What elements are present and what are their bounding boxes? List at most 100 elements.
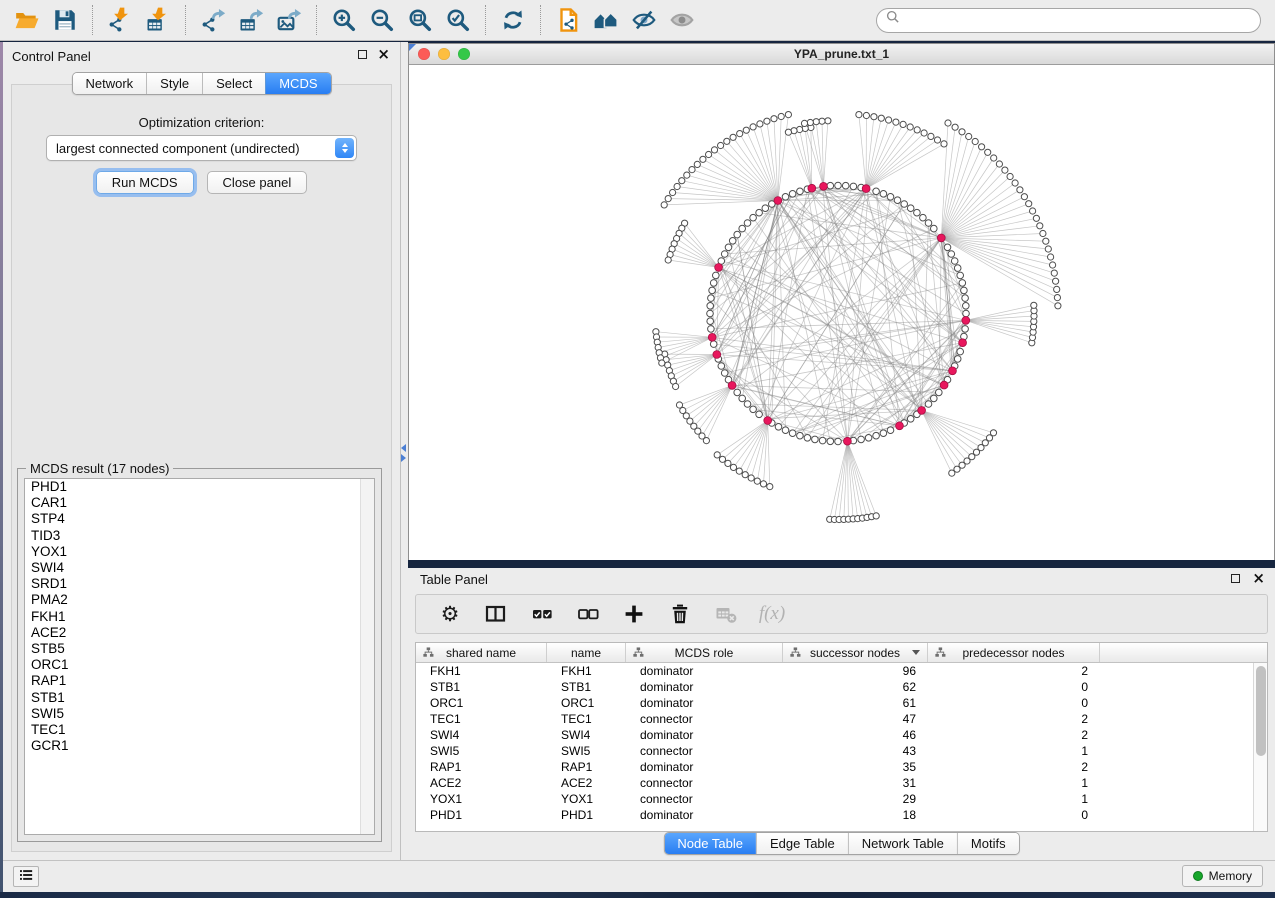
delete-table-icon [714,602,738,626]
control-panel-close-button[interactable]: × [377,48,390,60]
table-panel-float-button[interactable] [1231,574,1240,583]
export-table-button[interactable] [233,3,269,37]
mcds-result-item[interactable]: SRD1 [25,576,374,592]
tab-style[interactable]: Style [146,73,202,94]
run-mcds-button[interactable]: Run MCDS [96,171,194,194]
table-tab-network-table[interactable]: Network Table [848,833,957,854]
table-row[interactable]: FKH1FKH1dominator962 [416,663,1253,679]
mcds-result-item[interactable]: ACE2 [25,625,374,641]
open-session-button[interactable] [9,3,45,37]
zoom-out-button[interactable] [364,3,400,37]
mcds-result-item[interactable]: STB5 [25,641,374,657]
vertical-splitter[interactable] [401,42,408,860]
zoom-selected-icon [445,7,471,33]
table-row[interactable]: ORC1ORC1dominator610 [416,695,1253,711]
table-row[interactable]: YOX1YOX1connector291 [416,791,1253,807]
table-row[interactable]: STB1STB1dominator620 [416,679,1253,695]
apply-layout-button[interactable] [495,3,531,37]
table-row[interactable]: PHD1PHD1dominator180 [416,807,1253,823]
close-panel-button[interactable]: Close panel [207,171,308,194]
tab-select[interactable]: Select [202,73,265,94]
save-session-button[interactable] [47,3,83,37]
import-table-button[interactable] [140,3,176,37]
table-scrollbar-thumb[interactable] [1256,666,1266,756]
table-panel-close-button[interactable]: × [1252,572,1265,584]
cell-predecessor-nodes: 1 [928,776,1100,790]
select-all-columns-button[interactable] [524,598,560,630]
zoom-fit-button[interactable] [402,3,438,37]
first-neighbors-button[interactable] [588,3,624,37]
tab-network[interactable]: Network [72,73,146,94]
table-row[interactable]: ACE2ACE2connector311 [416,775,1253,791]
network-window-titlebar[interactable]: YPA_prune.txt_1 [409,44,1274,65]
mcds-result-item[interactable]: GCR1 [25,738,374,754]
splitter-arrow-right-icon[interactable] [401,454,406,462]
mcds-result-list[interactable]: PHD1CAR1STP4TID3YOX1SWI4SRD1PMA2FKH1ACE2… [24,478,375,835]
task-history-button[interactable] [13,866,39,887]
mcds-result-item[interactable]: RAP1 [25,673,374,689]
table-row[interactable]: SWI5SWI5connector431 [416,743,1253,759]
network-canvas[interactable] [409,65,1274,560]
hide-selected-button[interactable] [626,3,662,37]
cell-name: PHD1 [547,808,626,822]
delete-column-button[interactable] [662,598,698,630]
zoom-in-button[interactable] [326,3,362,37]
import-network-button[interactable] [102,3,138,37]
export-network-button[interactable] [195,3,231,37]
column-header-shared-name[interactable]: shared name [416,643,547,662]
deselect-all-columns-button[interactable] [570,598,606,630]
table-tab-motifs[interactable]: Motifs [957,833,1019,854]
mcds-result-item[interactable]: PHD1 [25,479,374,495]
search-input[interactable] [907,12,1252,28]
cell-successor-nodes: 43 [783,744,928,758]
new-network-from-selection-button[interactable] [550,3,586,37]
open-session-icon [14,7,40,33]
network-view-window: YPA_prune.txt_1 [408,43,1275,560]
mcds-result-item[interactable]: STP4 [25,511,374,527]
column-header-MCDS-role[interactable]: MCDS role [626,643,783,662]
column-header-successor-nodes[interactable]: successor nodes [783,643,928,662]
tab-mcds[interactable]: MCDS [265,73,330,94]
add-column-button[interactable] [616,598,652,630]
optimization-criterion-select[interactable]: largest connected component (undirected) [46,135,357,161]
column-header-label: shared name [446,646,516,660]
cell-MCDS-role: dominator [626,808,783,822]
splitter-collapse-arrows[interactable] [401,444,406,462]
toggle-panel-button[interactable] [478,598,514,630]
mcds-result-item[interactable]: TID3 [25,528,374,544]
table-row[interactable]: RAP1RAP1dominator352 [416,759,1253,775]
mcds-list-scrollbar[interactable] [360,479,374,834]
zoom-out-icon [369,7,395,33]
control-panel-float-button[interactable] [358,50,367,59]
cell-name: TEC1 [547,712,626,726]
mcds-result-item[interactable]: PMA2 [25,592,374,608]
mcds-result-item[interactable]: FKH1 [25,609,374,625]
mcds-result-item[interactable]: ORC1 [25,657,374,673]
search-box[interactable] [876,8,1261,33]
table-tab-group: Node TableEdge TableNetwork TableMotifs [663,832,1019,855]
table-panel-tabs: Node TableEdge TableNetwork TableMotifs [663,832,1019,855]
mcds-result-item[interactable]: STB1 [25,690,374,706]
table-row[interactable]: SWI4SWI4dominator462 [416,727,1253,743]
mcds-result-item[interactable]: TEC1 [25,722,374,738]
table-tab-edge-table[interactable]: Edge Table [756,833,848,854]
mcds-result-item[interactable]: SWI4 [25,560,374,576]
memory-button[interactable]: Memory [1182,865,1263,887]
table-row[interactable]: TEC1TEC1connector472 [416,711,1253,727]
splitter-arrow-left-icon[interactable] [401,444,406,452]
mcds-result-item[interactable]: CAR1 [25,495,374,511]
cell-name: SWI4 [547,728,626,742]
column-settings-button[interactable]: ⚙ [432,598,468,630]
table-tab-node-table[interactable]: Node Table [664,833,756,854]
deselect-all-columns-icon [576,602,600,626]
column-header-label: predecessor nodes [962,646,1064,660]
zoom-selected-button[interactable] [440,3,476,37]
column-header-predecessor-nodes[interactable]: predecessor nodes [928,643,1100,662]
cell-shared-name: SWI4 [416,728,547,742]
table-scrollbar[interactable] [1253,663,1267,831]
mcds-result-item[interactable]: SWI5 [25,706,374,722]
column-header-name[interactable]: name [547,643,626,662]
mcds-result-item[interactable]: YOX1 [25,544,374,560]
export-image-button[interactable] [271,3,307,37]
control-panel-tabs: NetworkStyleSelectMCDS [71,72,331,95]
